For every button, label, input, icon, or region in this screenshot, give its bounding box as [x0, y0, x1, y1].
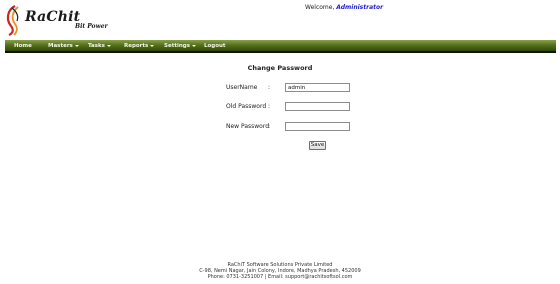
- nav-masters[interactable]: Masters: [48, 43, 79, 49]
- welcome-prefix: Welcome,: [305, 4, 335, 11]
- logo-name: RaChit: [25, 9, 81, 25]
- logo-tagline: Bit Power: [75, 23, 108, 30]
- nav-settings-label: Settings: [164, 43, 190, 49]
- save-button[interactable]: Save: [309, 141, 326, 150]
- new-password-input[interactable]: [285, 122, 350, 131]
- nav-home[interactable]: Home: [14, 43, 32, 49]
- nav-masters-label: Masters: [48, 43, 73, 49]
- company-logo: RaChit Bit Power: [3, 4, 113, 36]
- chevron-down-icon: [74, 44, 79, 47]
- nav-home-label: Home: [14, 43, 32, 49]
- old-password-label: Old Password: [226, 103, 267, 110]
- chevron-down-icon: [191, 44, 196, 47]
- footer-contact: Phone: 0731-3251007 | Email: support@rac…: [207, 274, 353, 280]
- new-password-label: New Password: [226, 123, 270, 130]
- page-title: Change Password: [247, 64, 313, 72]
- footer: RaChiT Software Solutions Private Limite…: [0, 262, 560, 280]
- nav-logout[interactable]: Logout: [204, 43, 226, 49]
- nav-reports-label: Reports: [124, 43, 149, 49]
- username-label: UserName: [226, 84, 258, 91]
- nav-tasks[interactable]: Tasks: [88, 43, 111, 49]
- new-password-colon: :: [268, 123, 271, 130]
- nav-reports[interactable]: Reports: [124, 43, 155, 49]
- main-navbar: Home Masters Tasks Reports Settings Logo…: [5, 40, 556, 53]
- username-input[interactable]: [285, 83, 350, 92]
- logo-swoosh-icon: [6, 5, 19, 36]
- nav-logout-label: Logout: [204, 43, 226, 49]
- nav-settings[interactable]: Settings: [164, 43, 196, 49]
- old-password-input[interactable]: [285, 102, 350, 111]
- old-password-colon: :: [268, 103, 271, 110]
- chevron-down-icon: [150, 44, 155, 47]
- nav-tasks-label: Tasks: [88, 43, 105, 49]
- chevron-down-icon: [106, 44, 111, 47]
- welcome-message: Welcome, Administrator: [305, 4, 383, 11]
- welcome-username: Administrator: [336, 4, 384, 11]
- username-colon: :: [268, 84, 271, 91]
